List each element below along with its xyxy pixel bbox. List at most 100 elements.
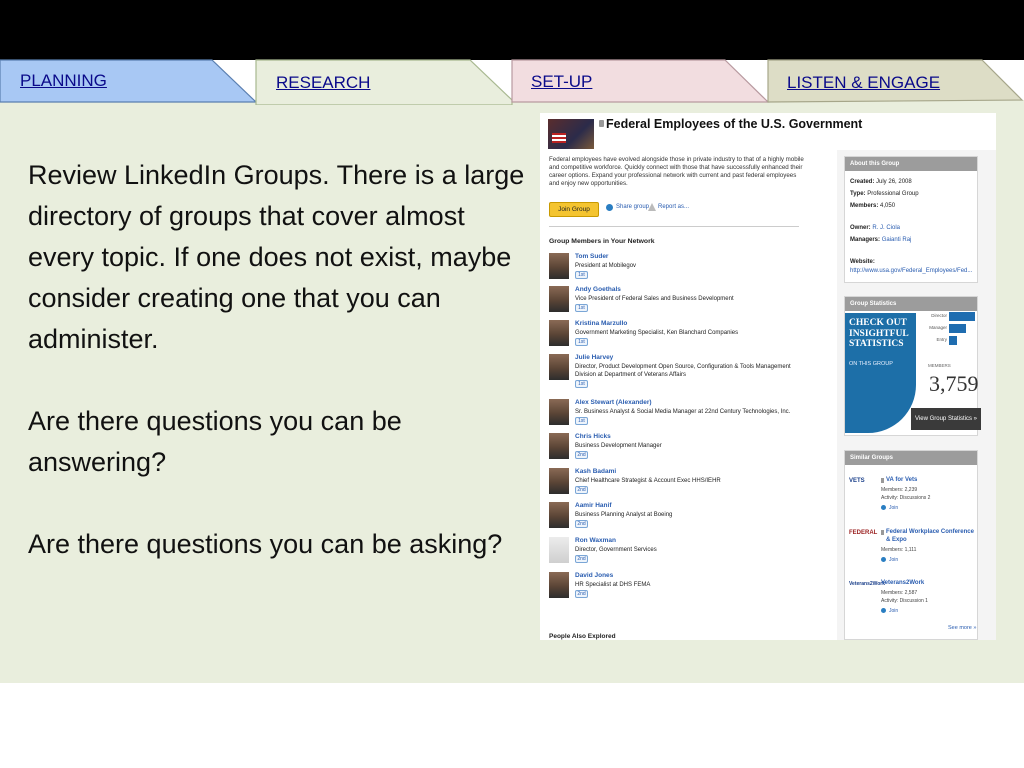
avatar[interactable]	[549, 433, 569, 459]
connection-degree-badge: 2nd	[575, 486, 588, 494]
member-title: Business Planning Analyst at Boeing	[575, 512, 673, 518]
similar-group-join[interactable]: Join	[881, 608, 898, 614]
created-label: Created:	[850, 179, 875, 185]
avatar[interactable]	[549, 253, 569, 279]
veterans2work-logo: Veterans2Work	[849, 581, 886, 587]
member-title: Director, Government Services	[575, 547, 657, 553]
avatar[interactable]	[549, 286, 569, 312]
owner-link[interactable]: R. J. Ciola	[872, 225, 900, 231]
owner-label: Owner:	[850, 225, 871, 231]
member-name[interactable]: Aamir Hanif	[575, 502, 611, 509]
share-group-link[interactable]: Share group	[616, 204, 649, 210]
about-owner: Owner: R. J. Ciola	[850, 224, 900, 232]
avatar[interactable]	[549, 572, 569, 598]
member-row: Julie Harvey Director, Product Developmen…	[549, 354, 819, 388]
people-also-heading: People Also Explored	[549, 633, 616, 640]
connection-degree-badge: 2nd	[575, 520, 588, 528]
avatar[interactable]	[549, 468, 569, 494]
managers-label: Managers:	[850, 237, 881, 243]
members-heading: Group Members in Your Network	[549, 238, 655, 245]
similar-heading: Similar Groups	[845, 451, 977, 465]
avatar[interactable]	[549, 320, 569, 346]
similar-group-members: Members: 2,239	[881, 487, 918, 493]
tab-research[interactable]: RESEARCH	[276, 73, 370, 93]
tab-listen-engage[interactable]: LISTEN & ENGAGE	[787, 73, 940, 93]
stat-label-manager: Manager	[929, 325, 947, 330]
member-name[interactable]: Ron Waxman	[575, 537, 616, 544]
about-group-box: About this Group Created: July 26, 2008 …	[844, 156, 978, 283]
slide-body-text: Review LinkedIn Groups. There is a large…	[28, 155, 533, 565]
stat-bar-director	[949, 312, 975, 321]
member-name[interactable]: Andy Goethals	[575, 286, 621, 293]
similar-group-activity: Activity: Discussions 2	[881, 495, 931, 501]
share-icon	[606, 204, 613, 211]
similar-group-name[interactable]: VA for Vets	[886, 476, 978, 484]
website-label: Website:	[850, 259, 875, 265]
member-name[interactable]: Chris Hicks	[575, 433, 611, 440]
member-name[interactable]: Tom Suder	[575, 253, 608, 260]
member-name[interactable]: Kristina Marzullo	[575, 320, 627, 327]
member-row: Chris Hicks Business Development Manager 2…	[549, 433, 819, 466]
members-value: 4,050	[880, 203, 896, 209]
member-title: Director, Product Development Open Sourc…	[575, 364, 791, 378]
federal-logo: FEDERAL	[849, 530, 878, 536]
top-black-bar	[0, 0, 1024, 60]
similar-group-item: Veterans2Work Veterans2Work Members: 2,5…	[849, 578, 977, 626]
statistics-promo-sub: ON THIS GROUP	[849, 361, 893, 367]
join-group-button[interactable]: Join Group	[549, 202, 599, 217]
type-label: Type:	[850, 191, 866, 197]
managers-link[interactable]: Gaianti Raj	[882, 237, 912, 243]
avatar[interactable]	[549, 537, 569, 563]
similar-group-activity: Activity: Discussion 1	[881, 598, 928, 604]
report-as-link[interactable]: Report as...	[658, 204, 689, 210]
statistics-promo-text: CHECK OUT INSIGHTFUL STATISTICS	[849, 318, 909, 349]
similar-group-name[interactable]: Federal Workplace Conference & Expo	[886, 528, 978, 544]
connection-degree-badge: 1st	[575, 338, 588, 346]
about-website-label: Website:	[850, 258, 875, 266]
similar-group-join[interactable]: Join	[881, 505, 898, 511]
lock-icon	[881, 530, 884, 535]
connection-degree-badge: 2nd	[575, 451, 588, 459]
member-name[interactable]: Kash Badami	[575, 468, 616, 475]
about-created: Created: July 26, 2008	[850, 178, 912, 186]
member-name[interactable]: David Jones	[575, 572, 613, 579]
body-paragraph-3: Are there questions you can be asking?	[28, 529, 503, 559]
member-row: Ron Waxman Director, Government Services 2…	[549, 537, 819, 570]
avatar[interactable]	[549, 399, 569, 425]
tab-setup[interactable]: SET-UP	[531, 72, 592, 92]
created-value: July 26, 2008	[876, 179, 912, 185]
members-label: Members:	[850, 203, 879, 209]
tab-planning[interactable]: PLANNING	[20, 71, 107, 91]
group-description: Federal employees have evolved alongside…	[549, 156, 804, 187]
member-name[interactable]: Julie Harvey	[575, 354, 613, 361]
member-title: Business Development Manager	[575, 443, 662, 449]
divider	[549, 226, 799, 227]
avatar[interactable]	[549, 354, 569, 380]
member-row: Alex Stewart (Alexander) Sr. Business Ana…	[549, 399, 819, 432]
slide: PLANNING RESEARCH SET-UP LISTEN & ENGAGE…	[0, 0, 1024, 768]
similar-group-item: FEDERAL Federal Workplace Conference & E…	[849, 527, 977, 575]
website-link[interactable]: http://www.usa.gov/Federal_Employees/Fed…	[850, 268, 972, 274]
member-row: Kristina Marzullo Government Marketing Sp…	[549, 320, 819, 353]
similar-group-name[interactable]: Veterans2Work	[881, 579, 973, 587]
flag-icon	[552, 133, 566, 143]
va-vets-logo: VETS	[849, 478, 865, 484]
about-type: Type: Professional Group	[850, 190, 919, 198]
view-group-statistics-button[interactable]: View Group Statistics »	[911, 408, 981, 430]
connection-degree-badge: 1st	[575, 380, 588, 388]
member-row: Andy Goethals Vice President of Federal S…	[549, 286, 819, 319]
similar-group-item: VETS VA for Vets Members: 2,239 Activity…	[849, 475, 977, 523]
statistics-heading: Group Statistics	[845, 297, 977, 311]
connection-degree-badge: 1st	[575, 417, 588, 425]
group-logo	[548, 119, 594, 149]
stat-label-entry: Entry	[936, 337, 947, 342]
member-name[interactable]: Alex Stewart (Alexander)	[575, 399, 652, 406]
avatar[interactable]	[549, 502, 569, 528]
stat-bar-entry	[949, 336, 957, 345]
see-more-link[interactable]: See more »	[948, 625, 976, 631]
stat-members-count: 3,759	[929, 371, 979, 396]
about-members: Members: 4,050	[850, 202, 895, 210]
similar-group-join[interactable]: Join	[881, 557, 898, 563]
member-title: HR Specialist at DHS FEMA	[575, 582, 651, 588]
type-value: Professional Group	[867, 191, 919, 197]
